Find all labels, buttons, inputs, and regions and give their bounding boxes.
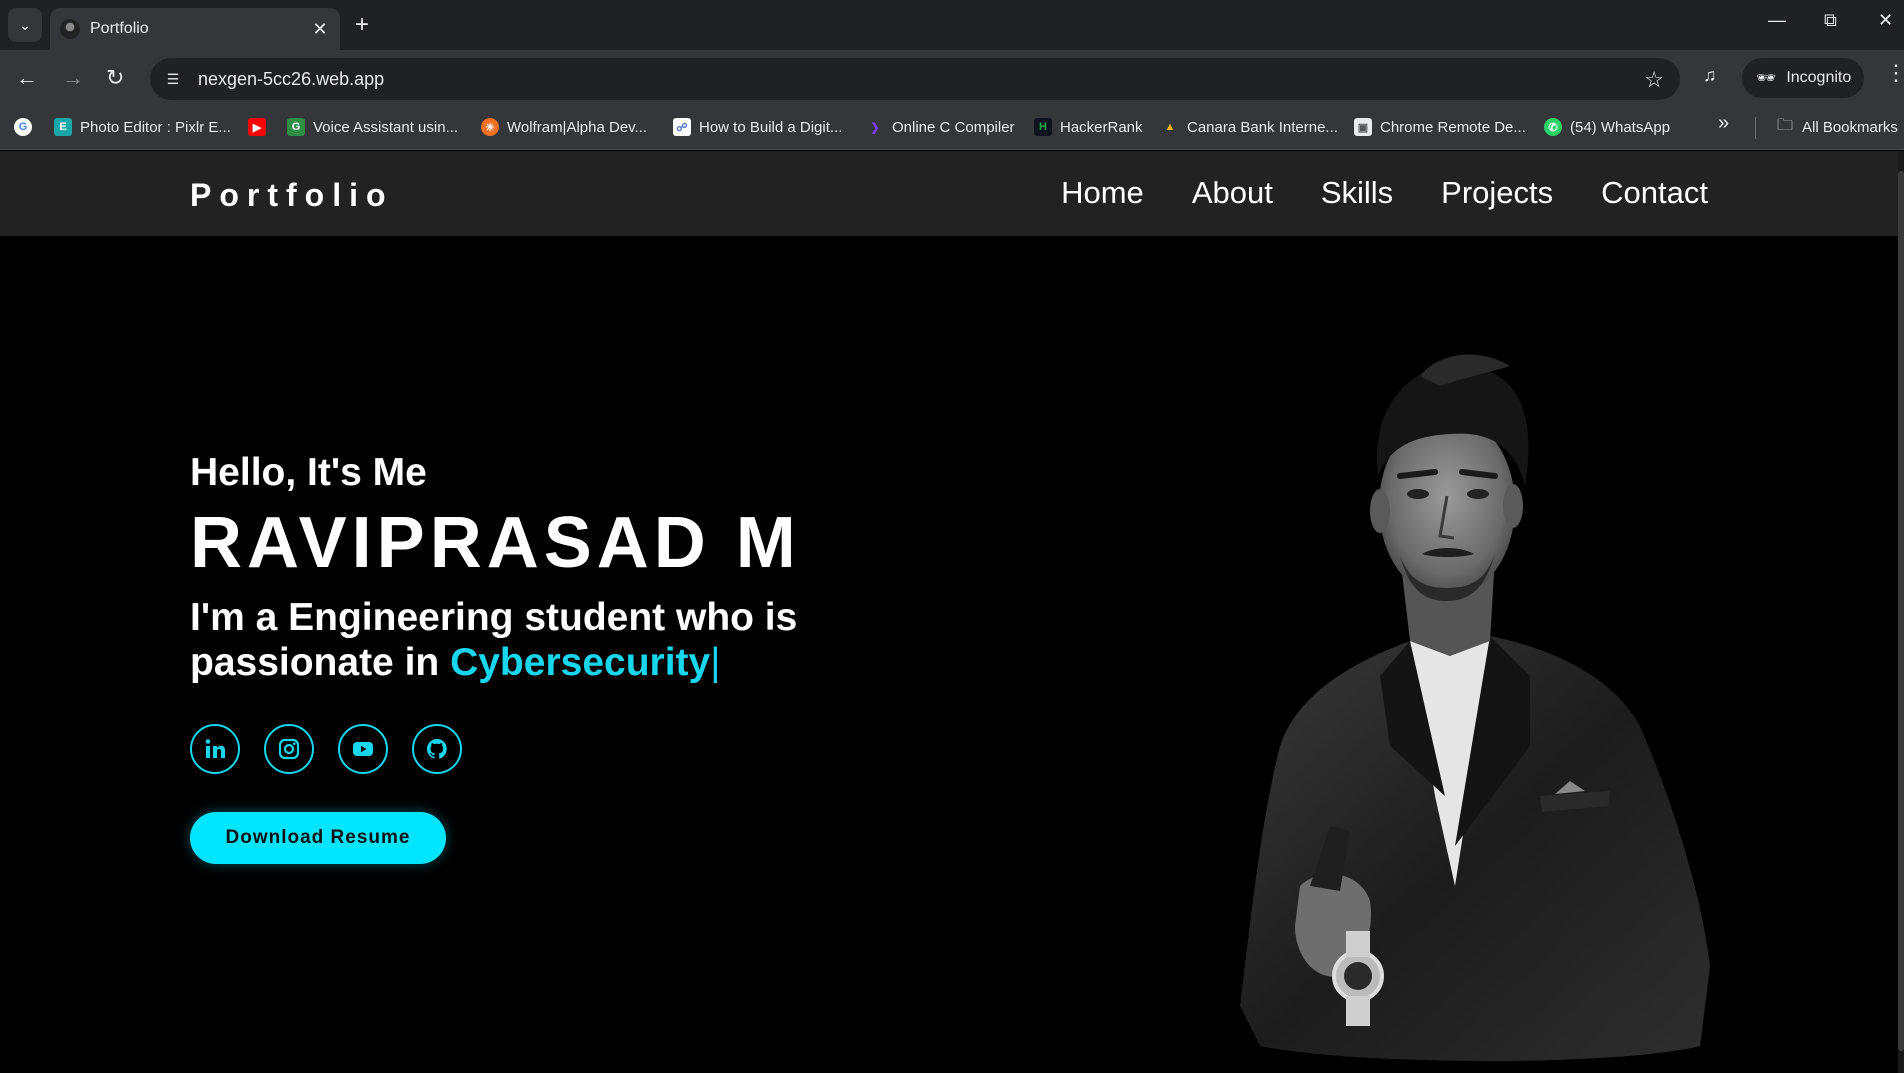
google-g-icon: G — [14, 118, 32, 136]
site-logo[interactable]: Portfolio — [190, 177, 394, 214]
linkedin-icon — [205, 739, 225, 758]
tab-search-button[interactable]: ⌄ — [8, 8, 42, 42]
pixlr-icon: E — [54, 118, 72, 136]
bookmark-item[interactable]: H HackerRank — [1034, 118, 1143, 136]
instagram-link[interactable] — [264, 724, 314, 774]
incognito-label: Incognito — [1786, 69, 1852, 86]
all-bookmarks-label: All Bookmarks — [1802, 118, 1898, 136]
bookmark-item[interactable]: ▣ Chrome Remote De... — [1354, 118, 1526, 136]
close-icon[interactable]: ✕ — [310, 19, 330, 40]
more-menu-icon[interactable]: ⋮ — [1885, 62, 1904, 84]
tab-favicon-icon — [60, 19, 80, 39]
nav-link-home[interactable]: Home — [1061, 175, 1144, 211]
github-link[interactable] — [412, 724, 462, 774]
link-icon: ☍ — [673, 118, 691, 136]
tagline-highlight: Cybersecurity — [450, 641, 711, 684]
url-text: nexgen-5cc26.web.app — [198, 68, 385, 89]
media-controls-icon[interactable]: ♫ — [1703, 65, 1717, 86]
hero-text: Hello, It's Me RAVIPRASAD M I'm a Engine… — [190, 451, 890, 685]
google-icon[interactable]: G — [14, 118, 32, 136]
hero-greeting: Hello, It's Me — [190, 451, 427, 494]
bookmark-item[interactable]: ✆ (54) WhatsApp — [1544, 118, 1670, 136]
typing-caret: | — [710, 641, 721, 684]
nav-link-projects[interactable]: Projects — [1441, 175, 1553, 211]
bookmark-item[interactable]: ✳ Wolfram|Alpha Dev... — [481, 118, 647, 136]
bookmark-item[interactable]: ❯ Online C Compiler — [866, 118, 1015, 136]
hero-tagline: I'm a Engineering student who is passion… — [190, 595, 850, 685]
incognito-badge[interactable]: 🕶 Incognito — [1742, 58, 1864, 98]
social-links — [190, 724, 462, 774]
nav-link-contact[interactable]: Contact — [1601, 175, 1708, 211]
bookmark-label: Online C Compiler — [892, 118, 1015, 136]
whatsapp-icon: ✆ — [1544, 118, 1562, 136]
reload-icon[interactable]: ↻ — [106, 66, 124, 90]
site-header: Portfolio Home About Skills Projects Con… — [0, 151, 1898, 236]
remote-desktop-icon: ▣ — [1354, 118, 1372, 136]
scrollbar-thumb[interactable] — [1898, 171, 1904, 1051]
hackerrank-icon: H — [1034, 118, 1052, 136]
minimize-icon[interactable]: — — [1768, 10, 1786, 31]
bookmarks-divider — [1755, 117, 1756, 139]
youtube-bookmark-icon[interactable]: ▶ — [248, 118, 266, 136]
browser-toolbar: ← → ↻ ☰ nexgen-5cc26.web.app ☆ — [0, 50, 1904, 108]
bookmark-label: Canara Bank Interne... — [1187, 118, 1338, 136]
download-resume-button[interactable]: Download Resume — [190, 812, 446, 864]
canara-icon: ▲ — [1164, 121, 1176, 133]
site-nav: Home About Skills Projects Contact — [1061, 175, 1708, 211]
instagram-icon — [278, 738, 300, 760]
github-icon — [427, 739, 447, 759]
bookmark-label: Voice Assistant usin... — [313, 118, 459, 136]
page-scrollbar[interactable] — [1898, 151, 1904, 1073]
bookmark-label: Wolfram|Alpha Dev... — [507, 118, 648, 136]
address-bar[interactable]: ☰ nexgen-5cc26.web.app ☆ — [150, 58, 1680, 100]
new-tab-plus-icon[interactable]: + — [355, 12, 369, 38]
geeksforgeeks-icon: G — [287, 118, 305, 136]
wolfram-icon: ✳ — [481, 118, 499, 136]
tab-title: Portfolio — [90, 20, 149, 37]
youtube-link[interactable] — [338, 724, 388, 774]
window-close-icon[interactable]: ✕ — [1878, 10, 1893, 31]
bookmark-label: (54) WhatsApp — [1570, 118, 1671, 136]
browser-tab[interactable]: Portfolio ✕ — [50, 8, 340, 50]
bookmark-item[interactable]: E Photo Editor : Pixlr E... — [54, 118, 231, 136]
all-bookmarks[interactable]: 🗀 All Bookmarks — [1776, 116, 1898, 136]
incognito-icon: 🕶 — [1756, 70, 1777, 87]
bookmark-item[interactable]: ☍ How to Build a Digit... — [673, 118, 842, 136]
compiler-icon: ❯ — [870, 121, 880, 134]
linkedin-link[interactable] — [190, 724, 240, 774]
browser-tabstrip: ⌄ Portfolio ✕ + — ⧉ ✕ — [0, 0, 1904, 50]
bookmark-label: Chrome Remote De... — [1380, 118, 1526, 136]
bookmark-item[interactable]: ▲ Canara Bank Interne... — [1161, 118, 1338, 136]
bookmark-label: HackerRank — [1060, 118, 1143, 136]
bookmark-item[interactable]: G Voice Assistant usin... — [287, 118, 458, 136]
youtube-icon — [353, 742, 373, 756]
hero-name: RAVIPRASAD M — [190, 503, 801, 583]
profile-photo — [1240, 354, 1710, 1061]
restore-icon[interactable]: ⧉ — [1824, 10, 1837, 31]
folder-icon: 🗀 — [1776, 116, 1793, 134]
youtube-icon: ▶ — [248, 118, 266, 136]
bookmark-label: Photo Editor : Pixlr E... — [80, 118, 231, 136]
chevron-down-icon: ⌄ — [19, 16, 31, 33]
back-arrow-icon[interactable]: ← — [16, 66, 38, 90]
bookmark-star-icon[interactable]: ☆ — [1644, 67, 1664, 93]
bookmark-label: How to Build a Digit... — [699, 118, 843, 136]
site-info-icon[interactable]: ☰ — [164, 70, 182, 88]
nav-link-skills[interactable]: Skills — [1321, 175, 1393, 211]
web-page: Portfolio Home About Skills Projects Con… — [0, 151, 1898, 1073]
nav-link-about[interactable]: About — [1192, 175, 1273, 211]
forward-arrow-icon[interactable]: → — [62, 66, 84, 90]
chevron-double-right-icon[interactable]: » — [1718, 112, 1729, 135]
bookmarks-bar: G E Photo Editor : Pixlr E... ▶ G Voice … — [0, 108, 1904, 150]
